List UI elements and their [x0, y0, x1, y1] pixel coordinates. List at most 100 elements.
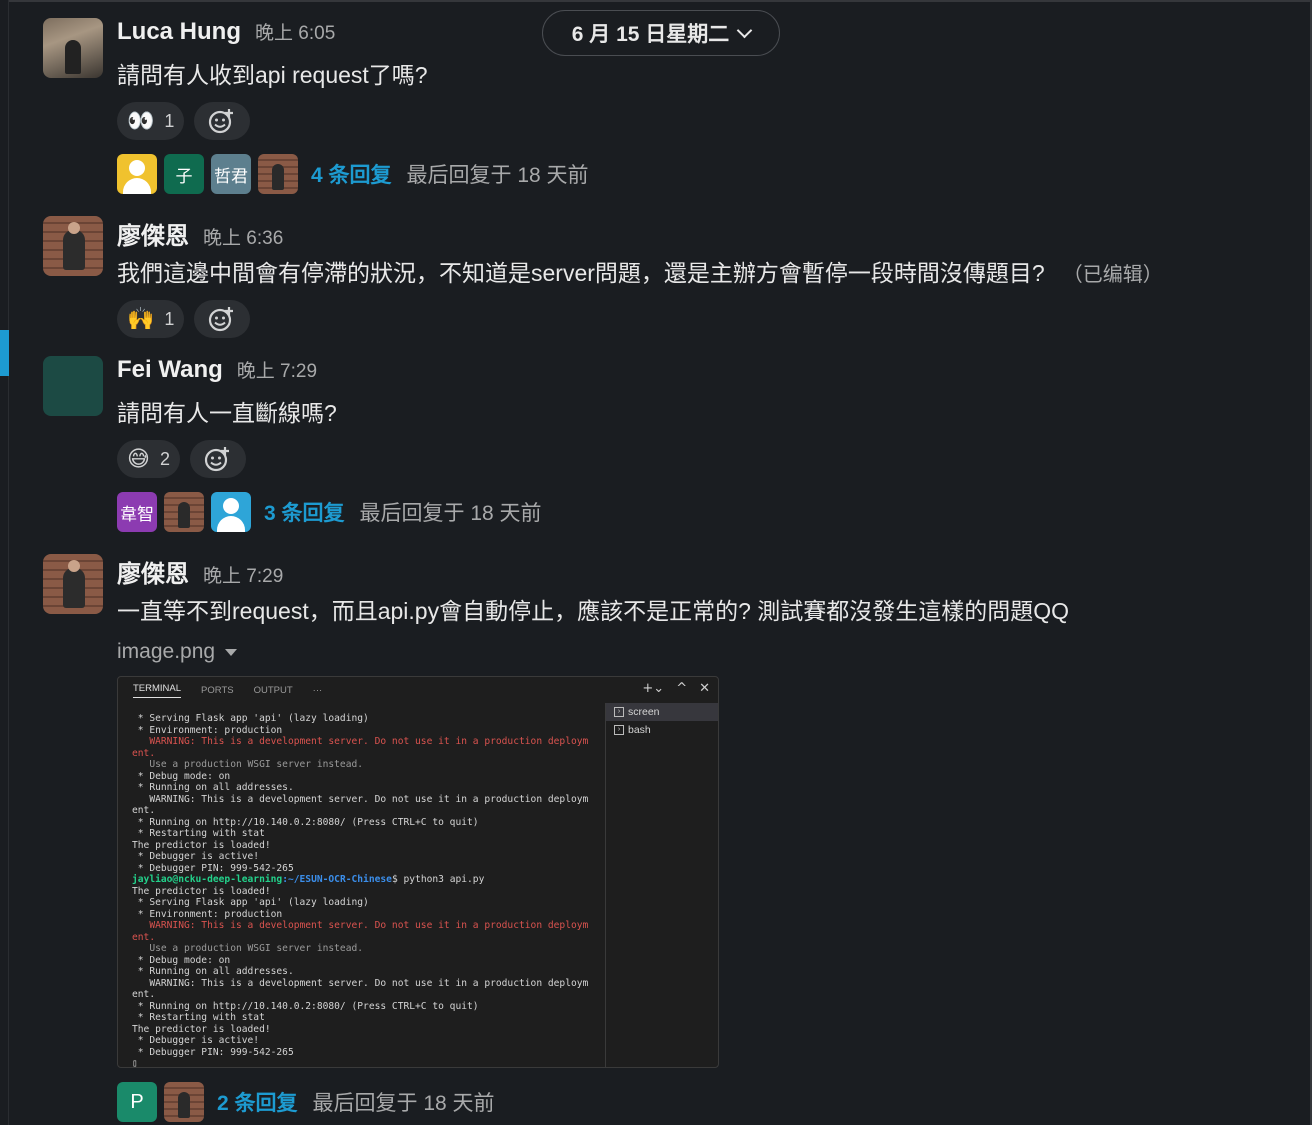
add-reaction-button[interactable] — [194, 102, 251, 140]
replies-link[interactable]: 4 条回复 — [311, 159, 392, 189]
thread-avatar[interactable]: 韋智 — [117, 492, 157, 532]
frame-top-border — [0, 0, 1312, 2]
add-emoji-icon — [209, 307, 234, 332]
last-reply-time: 最后回复于 18 天前 — [359, 502, 542, 525]
terminal-output: * Serving Flask app 'api' (lazy loading)… — [132, 713, 602, 1068]
raised-hands-emoji-icon: 🙌 — [127, 306, 155, 331]
thread-avatar[interactable]: 子 — [164, 154, 204, 194]
reaction-sweat-smile[interactable]: 😅 2 — [117, 440, 180, 478]
add-emoji-icon — [204, 447, 229, 472]
thread-avatar[interactable]: 哲君 — [211, 154, 251, 194]
terminal-line: * Debugger is active! — [132, 1035, 260, 1046]
terminal-line: * Serving Flask app 'api' (lazy loading) — [132, 897, 369, 908]
date-label: 6 月 15 日星期二 — [571, 23, 730, 46]
image-attachment[interactable]: TERMINAL PORTS OUTPUT ··· +⌄ ^ ✕ * Servi… — [117, 676, 719, 1068]
message-text: 請問有人收到api request了嗎? — [117, 62, 428, 88]
sender-name[interactable]: 廖傑恩 — [117, 216, 189, 251]
message-text: 一直等不到request，而且api.py會自動停止，應該不是正常的? 測試賽都… — [117, 598, 1070, 624]
edited-label: （已编辑） — [1062, 264, 1163, 286]
terminal-line: WARNING: This is a development server. D… — [132, 736, 589, 747]
terminal-line: * Debugger PIN: 999-542-265 — [132, 862, 294, 874]
terminal-line: * Debug mode: on — [132, 954, 231, 966]
thread-avatar[interactable] — [117, 154, 157, 194]
last-reply-time: 最后回复于 18 天前 — [406, 164, 589, 187]
terminal-line: ▯ — [132, 1058, 138, 1068]
sidebar-edge — [0, 0, 9, 1125]
prompt-command: $ python3 api.py — [391, 874, 485, 885]
timestamp[interactable]: 晚上 7:29 — [237, 356, 317, 383]
prompt-user: jayliao@ncku-deep-learning — [132, 874, 283, 885]
thread-summary[interactable]: 韋智 3 条回复 最后回复于 18 天前 — [117, 492, 542, 532]
terminal-line: jayliao@ncku-deep-learning:~/ESUN-OCR-Ch… — [132, 874, 602, 886]
timestamp[interactable]: 晚上 6:05 — [255, 18, 335, 45]
terminal-line: WARNING: This is a development server. D… — [132, 793, 589, 805]
add-reaction-button[interactable] — [189, 440, 246, 478]
replies-link[interactable]: 3 条回复 — [264, 497, 345, 527]
tab-terminal: TERMINAL — [133, 683, 182, 698]
terminal-line: * Debugger PIN: 999-542-265 — [132, 1046, 294, 1058]
avatar[interactable] — [43, 356, 103, 416]
session-label: bash — [628, 724, 651, 736]
terminal-line: * Running on all addresses. — [132, 782, 294, 793]
chevron-down-icon — [736, 22, 753, 39]
session-label: screen — [628, 706, 660, 718]
avatar[interactable] — [43, 554, 103, 614]
timestamp[interactable]: 晚上 7:29 — [203, 561, 283, 588]
terminal-line: * Environment: production — [132, 724, 283, 736]
tab-output: OUTPUT — [253, 684, 293, 696]
sender-name[interactable]: Fei Wang — [117, 356, 223, 384]
terminal-tabs: TERMINAL PORTS OUTPUT ··· — [118, 677, 718, 703]
terminal-line: * Running on http://10.140.0.2:8080/ (Pr… — [132, 1000, 479, 1012]
terminal-line: * Environment: production — [132, 908, 283, 920]
terminal-line: * Debug mode: on — [132, 770, 231, 782]
message-text-content: 我們這邊中間會有停滯的狀況，不知道是server問題，還是主辦方會暫停一段時間沒… — [117, 260, 1045, 286]
terminal-line: ent. — [132, 989, 156, 1000]
thread-avatar[interactable] — [164, 1082, 204, 1122]
reaction-count: 1 — [164, 308, 175, 329]
session-item: › bash — [606, 721, 718, 739]
terminal-line: Use a production WSGI server instead. — [132, 943, 364, 954]
terminal-line: The predictor is loaded! — [132, 885, 271, 897]
sender-name[interactable]: Luca Hung — [117, 18, 241, 46]
add-reaction-button[interactable] — [194, 300, 251, 338]
thread-avatar[interactable] — [258, 154, 298, 194]
avatar[interactable] — [43, 216, 103, 276]
terminal-line: * Running on http://10.140.0.2:8080/ (Pr… — [132, 816, 479, 828]
reaction-count: 1 — [164, 110, 175, 131]
new-terminal-icon: +⌄ — [642, 681, 665, 696]
terminal-line: WARNING: This is a development server. D… — [132, 977, 589, 989]
thread-avatar[interactable]: P — [117, 1082, 157, 1122]
message-text: 我們這邊中間會有停滯的狀況，不知道是server問題，還是主辦方會暫停一段時間沒… — [117, 254, 1163, 288]
active-indicator — [0, 330, 9, 376]
sweat-smile-emoji-icon: 😅 — [127, 446, 150, 471]
terminal-icon: › — [614, 707, 624, 717]
thread-summary[interactable]: 子 哲君 4 条回复 最后回复于 18 天前 — [117, 154, 589, 194]
tab-ports: PORTS — [201, 684, 234, 696]
thread-summary[interactable]: P 2 条回复 最后回复于 18 天前 — [117, 1082, 1069, 1122]
avatar[interactable] — [43, 18, 103, 78]
close-icon: ✕ — [699, 681, 710, 696]
terminal-line: Use a production WSGI server instead. — [132, 759, 364, 770]
last-reply-time: 最后回复于 18 天前 — [312, 1092, 495, 1115]
thread-avatar[interactable] — [164, 492, 204, 532]
timestamp[interactable]: 晚上 6:36 — [203, 223, 283, 250]
terminal-line: The predictor is loaded! — [132, 839, 271, 851]
terminal-line: * Debugger is active! — [132, 851, 260, 862]
terminal-line: * Running on all addresses. — [132, 966, 294, 977]
reaction-raised-hands[interactable]: 🙌 1 — [117, 300, 185, 338]
caret-down-icon — [225, 648, 238, 656]
terminal-line: WARNING: This is a development server. D… — [132, 920, 589, 931]
terminal-line: * Restarting with stat — [132, 1012, 265, 1023]
eyes-emoji-icon: 👀 — [127, 108, 155, 133]
file-toggle[interactable]: image.png — [117, 640, 1069, 664]
reaction-count: 2 — [159, 448, 170, 469]
terminal-line: ent. — [132, 931, 156, 943]
sender-name[interactable]: 廖傑恩 — [117, 554, 189, 589]
terminal-session-list: › screen › bash — [605, 703, 718, 1067]
reaction-eyes[interactable]: 👀 1 — [117, 102, 185, 140]
terminal-line: * Serving Flask app 'api' (lazy loading) — [132, 713, 369, 724]
replies-link[interactable]: 2 条回复 — [217, 1087, 298, 1117]
message-text: 請問有人一直斷線嗎? — [117, 400, 337, 426]
session-item: › screen — [606, 703, 718, 721]
thread-avatar[interactable] — [211, 492, 251, 532]
